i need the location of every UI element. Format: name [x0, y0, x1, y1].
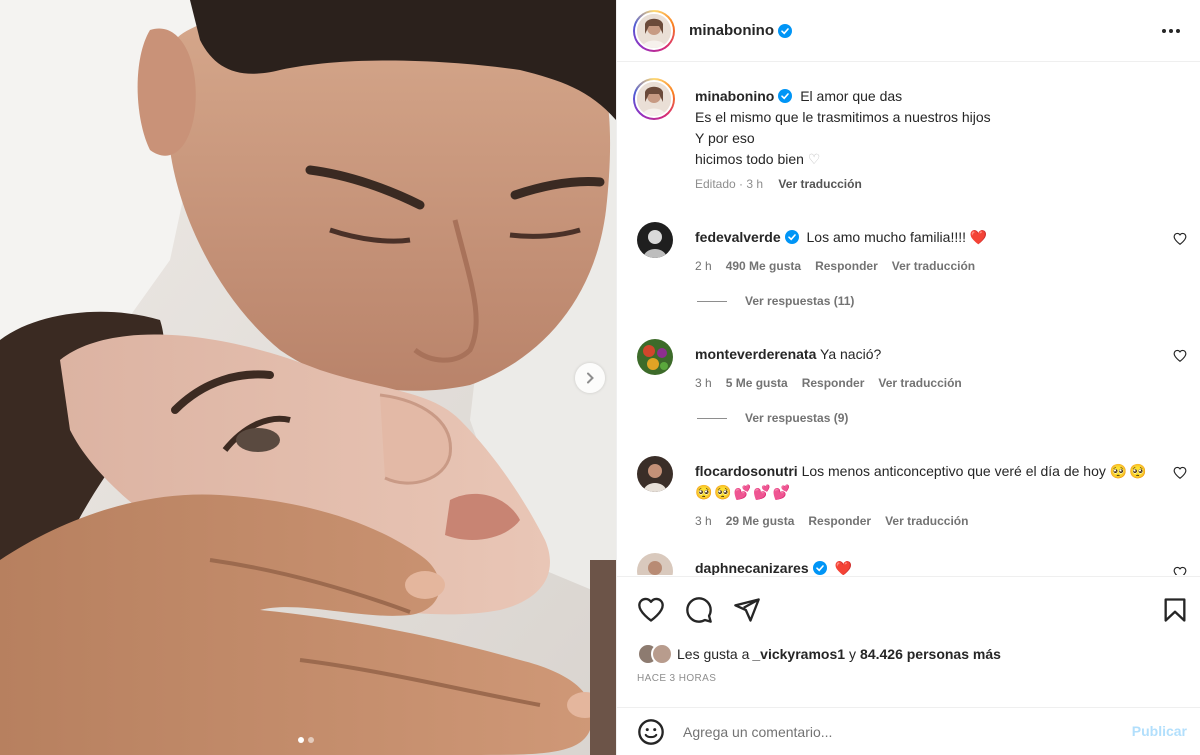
caption-line-3: Y por eso [695, 130, 755, 146]
more-horizontal-icon [1162, 29, 1166, 33]
avatar-image [637, 456, 673, 492]
verified-badge-icon [812, 561, 827, 575]
post-side-panel: minabonino minabonino El amor que das Es… [616, 0, 1200, 755]
comment-icon[interactable] [685, 596, 713, 624]
publish-button[interactable]: Publicar [1132, 723, 1187, 739]
author-avatar[interactable] [633, 9, 675, 52]
avatar-image [637, 553, 673, 575]
comment-text: flocardosonutri Los menos anticonceptivo… [695, 461, 1150, 503]
caption-line-1: El amor que das [800, 88, 903, 104]
translate-link[interactable]: Ver traducción [892, 259, 975, 273]
commenter-avatar[interactable] [637, 553, 673, 575]
comment-time: 3 h [695, 514, 712, 528]
comment-meta: 3 h 5 Me gusta Responder Ver traducción [695, 376, 962, 390]
liker-avatar [651, 643, 673, 665]
comment-text: fedevalverde Los amo mucho familia!!!! ❤… [695, 227, 1150, 248]
caption-text: minabonino El amor que das Es el mismo q… [695, 86, 1175, 170]
commenter-username[interactable]: daphnecanizares [695, 560, 809, 575]
commenter-avatar[interactable] [637, 339, 673, 375]
comment-likes[interactable]: 490 Me gusta [726, 259, 801, 273]
reply-button[interactable]: Responder [815, 259, 878, 273]
comment-input[interactable] [683, 720, 1103, 744]
avatar-image [637, 13, 671, 48]
comment-text: daphnecanizares ❤️ [695, 558, 1150, 575]
caption-meta: Editado · 3 h Ver traducción [695, 177, 862, 191]
caption-username[interactable]: minabonino [695, 88, 774, 104]
comment-likes[interactable]: 5 Me gusta [726, 376, 788, 390]
carousel-dot-active [298, 737, 304, 743]
comment-likes[interactable]: 29 Me gusta [726, 514, 795, 528]
carousel-dots [298, 737, 314, 743]
red-heart-emoji: ❤️ [834, 560, 852, 575]
avatar-image [637, 339, 673, 375]
next-media-button[interactable] [575, 363, 605, 393]
reply-button[interactable]: Responder [802, 376, 865, 390]
view-replies-label: Ver respuestas (11) [745, 294, 855, 308]
caption-translate-link[interactable]: Ver traducción [778, 177, 861, 191]
post-photo [0, 0, 616, 755]
carousel-dot [308, 737, 314, 743]
comment-meta: 3 h 29 Me gusta Responder Ver traducción [695, 514, 968, 528]
caption-time: 3 h [746, 177, 764, 191]
smiley-icon[interactable] [637, 718, 665, 746]
caption-line-2: Es el mismo que le trasmitimos a nuestro… [695, 109, 991, 125]
commenter-avatar[interactable] [637, 222, 673, 258]
comment-meta: 2 h 490 Me gusta Responder Ver traducció… [695, 259, 975, 273]
comment-like-heart-icon[interactable] [1173, 466, 1187, 480]
likes-user-link[interactable]: _vickyramos1 [752, 646, 845, 662]
red-heart-emoji: ❤️ [969, 229, 988, 245]
commenter-username[interactable]: flocardosonutri [695, 463, 798, 479]
likes-summary: Les gusta a _vickyramos1 y 84.426 person… [637, 643, 1001, 665]
likes-count-link[interactable]: 84.426 personas más [860, 646, 1001, 662]
avatar-image [637, 82, 671, 116]
verified-badge-icon [778, 89, 793, 103]
chevron-right-icon [587, 372, 594, 384]
view-replies-label: Ver respuestas (9) [745, 411, 849, 425]
comment-body: Los menos anticonceptivo que veré el día… [801, 463, 1110, 479]
comment-body: Los amo mucho familia!!!! [806, 229, 970, 245]
instagram-post-view: minabonino minabonino El amor que das Es… [0, 0, 1200, 755]
bookmark-icon[interactable] [1161, 596, 1189, 624]
avatar-image [637, 222, 673, 258]
verified-badge-icon [784, 230, 799, 244]
view-replies-button[interactable]: Ver respuestas (11) [697, 294, 854, 308]
white-heart-emoji: ♡ [807, 151, 821, 167]
reply-button[interactable]: Responder [808, 514, 871, 528]
comment-like-heart-icon[interactable] [1173, 566, 1187, 575]
comment-text: monteverderenata Ya nació? [695, 344, 1150, 365]
caption-line-4: hicimos todo bien [695, 151, 804, 167]
comment-body: Ya nació? [820, 346, 882, 362]
likes-middle: y [849, 646, 857, 662]
post-actions: Les gusta a _vickyramos1 y 84.426 person… [617, 576, 1200, 696]
comment-like-heart-icon[interactable] [1173, 232, 1187, 246]
translate-link[interactable]: Ver traducción [885, 514, 968, 528]
commenter-username[interactable]: monteverderenata [695, 346, 816, 362]
edited-label: Editado [695, 177, 736, 191]
send-icon[interactable] [733, 596, 761, 624]
likes-prefix: Les gusta a [677, 646, 750, 662]
heart-icon[interactable] [637, 596, 665, 624]
post-media [0, 0, 616, 755]
comments-section: minabonino El amor que das Es el mismo q… [617, 63, 1200, 575]
author-username[interactable]: minabonino [689, 22, 774, 39]
commenter-avatar[interactable] [637, 456, 673, 492]
liker-avatars [637, 643, 673, 665]
comment-time: 2 h [695, 259, 712, 273]
verified-badge-icon [778, 23, 792, 38]
view-replies-button[interactable]: Ver respuestas (9) [697, 411, 848, 425]
post-header: minabonino [617, 0, 1200, 62]
add-comment-bar: Publicar [617, 707, 1200, 755]
more-options-button[interactable] [1159, 20, 1183, 42]
commenter-username[interactable]: fedevalverde [695, 229, 781, 245]
translate-link[interactable]: Ver traducción [878, 376, 961, 390]
caption-author-avatar[interactable] [633, 78, 675, 120]
comment-like-heart-icon[interactable] [1173, 349, 1187, 363]
comment-time: 3 h [695, 376, 712, 390]
post-time-ago: HACE 3 HORAS [637, 673, 717, 684]
